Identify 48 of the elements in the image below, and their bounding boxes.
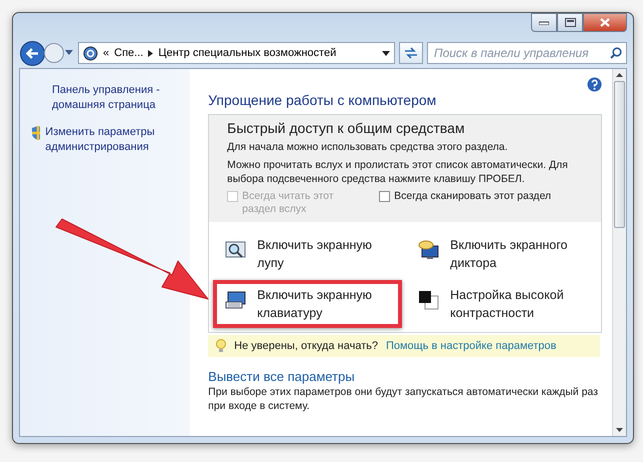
minimize-icon	[539, 20, 549, 24]
description-text: Можно прочитать вслух и пролистать этот список автоматически. Для выбора подсвеченного средства нажмите клавишу ПРОБЕЛ.	[227, 158, 569, 186]
refresh-icon	[404, 47, 418, 59]
help-link[interactable]: Помощь в настройке параметров	[386, 340, 556, 352]
scroll-down-icon[interactable]	[616, 428, 624, 432]
search-icon	[610, 47, 622, 59]
maximize-icon	[564, 18, 576, 27]
section-description: При выборе этих параметров они будут запускаться автоматически каждый раз при входе в систему.	[208, 385, 599, 413]
address-bar[interactable]: « Спе... Центр специальных возможностей	[78, 42, 395, 64]
dropdown-icon[interactable]	[382, 50, 390, 56]
contrast-icon	[418, 290, 440, 310]
forward-button[interactable]	[43, 42, 65, 64]
history-dropdown-icon[interactable]	[65, 50, 74, 56]
sidebar-link[interactable]: Изменить параметры администрирования	[45, 125, 184, 155]
sidebar-link[interactable]: Панель управления - домашняя страница	[30, 83, 184, 113]
close-icon	[600, 18, 610, 27]
magnifier-icon	[225, 240, 248, 260]
tip-text: Не уверены, откуда начать?	[234, 340, 378, 352]
back-button[interactable]	[19, 40, 46, 66]
minimize-button[interactable]	[531, 13, 557, 32]
breadcrumb-item[interactable]: Центр специальных возможностей	[158, 47, 336, 59]
intro-text: Для начала можно использовать средства этого раздела.	[227, 140, 509, 154]
search-field[interactable]: Поиск в панели управления	[427, 42, 627, 64]
tool-link[interactable]: Включить экранную клавиатуру	[213, 280, 402, 328]
breadcrumb-item[interactable]: Спе...	[114, 47, 144, 59]
chevron-icon	[148, 50, 154, 56]
section-heading: Упрощение работы с компьютером	[208, 92, 438, 108]
tool-link[interactable]: Включить экранную лупу	[213, 230, 402, 278]
section-link[interactable]: Вывести все параметры	[208, 369, 602, 384]
refresh-button[interactable]	[399, 42, 423, 64]
tool-link[interactable]: Настройка высокой контрастности	[406, 280, 596, 328]
checkbox[interactable]	[379, 191, 390, 202]
keyboard-monitor-icon	[225, 290, 248, 310]
scroll-up-icon[interactable]	[616, 73, 624, 77]
lightbulb-icon	[216, 339, 226, 353]
help-icon[interactable]	[587, 77, 602, 92]
close-button[interactable]	[583, 13, 627, 32]
control-panel-icon	[83, 46, 98, 60]
monitor-speech-icon	[418, 240, 440, 260]
shield-icon	[30, 125, 40, 141]
breadcrumb-overflow[interactable]: «	[103, 47, 110, 59]
maximize-button[interactable]	[557, 13, 583, 32]
checkbox-label: Всегда читать этот раздел вслух	[242, 190, 335, 216]
checkbox-option[interactable]: Всегда сканировать этот раздел	[379, 190, 552, 216]
checkbox-label: Всегда сканировать этот раздел	[394, 190, 552, 203]
tool-link[interactable]: Включить экранного диктора	[406, 230, 596, 278]
panel-title: Быстрый доступ к общим средствам	[227, 120, 466, 136]
scrollbar[interactable]	[612, 69, 626, 436]
